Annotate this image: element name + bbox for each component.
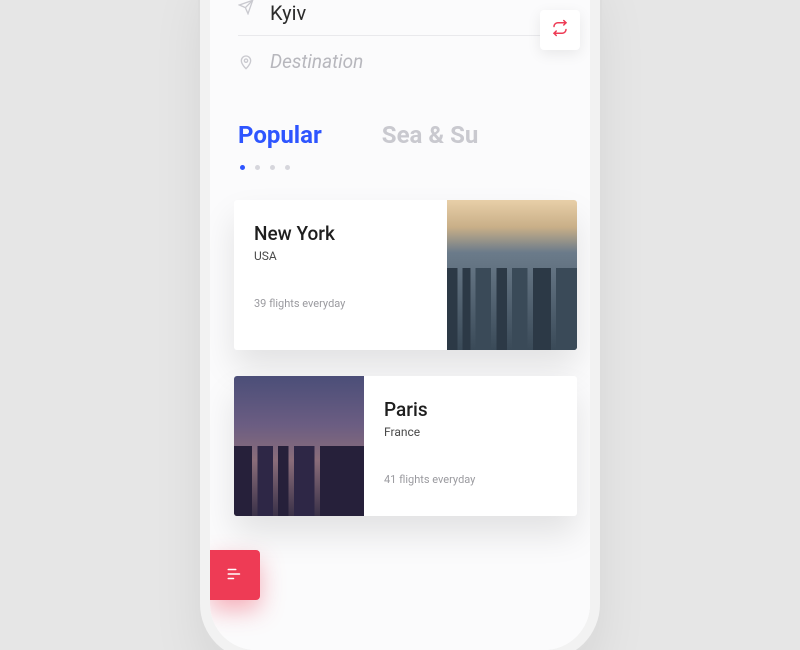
menu-fab[interactable] <box>210 550 260 600</box>
card-country: France <box>384 425 557 439</box>
page-dot <box>270 165 275 170</box>
tab-popular[interactable]: Popular <box>238 121 322 149</box>
page-dot <box>285 165 290 170</box>
destination-card[interactable]: Paris France 41 flights everyday <box>234 376 577 516</box>
departure-value: Kyiv <box>270 1 562 25</box>
card-city: Paris <box>384 398 557 421</box>
card-flights: 41 flights everyday <box>384 473 557 486</box>
destination-cards: New York USA 39 flights everyday Paris F… <box>238 200 562 516</box>
destination-card[interactable]: New York USA 39 flights everyday <box>234 200 577 350</box>
swap-button[interactable] <box>540 10 580 50</box>
card-country: USA <box>254 249 427 263</box>
app-screen: Departure Kyiv Destination <box>210 0 590 650</box>
pin-icon <box>238 54 254 70</box>
page-dot <box>255 165 260 170</box>
card-image <box>234 376 364 516</box>
paper-plane-icon <box>238 0 254 15</box>
page-indicator <box>238 165 562 170</box>
card-image <box>447 200 577 350</box>
tab-sea-sun[interactable]: Sea & Su <box>382 121 479 149</box>
destination-placeholder: Destination <box>270 50 562 73</box>
menu-icon <box>226 566 244 585</box>
category-tabs: Popular Sea & Su <box>238 121 562 149</box>
page-dot <box>240 165 245 170</box>
card-city: New York <box>254 222 427 245</box>
destination-field[interactable]: Destination <box>238 36 562 83</box>
phone-frame: Departure Kyiv Destination <box>210 0 590 650</box>
departure-field[interactable]: Departure Kyiv <box>238 0 562 36</box>
swap-icon <box>551 19 569 41</box>
card-flights: 39 flights everyday <box>254 297 427 310</box>
